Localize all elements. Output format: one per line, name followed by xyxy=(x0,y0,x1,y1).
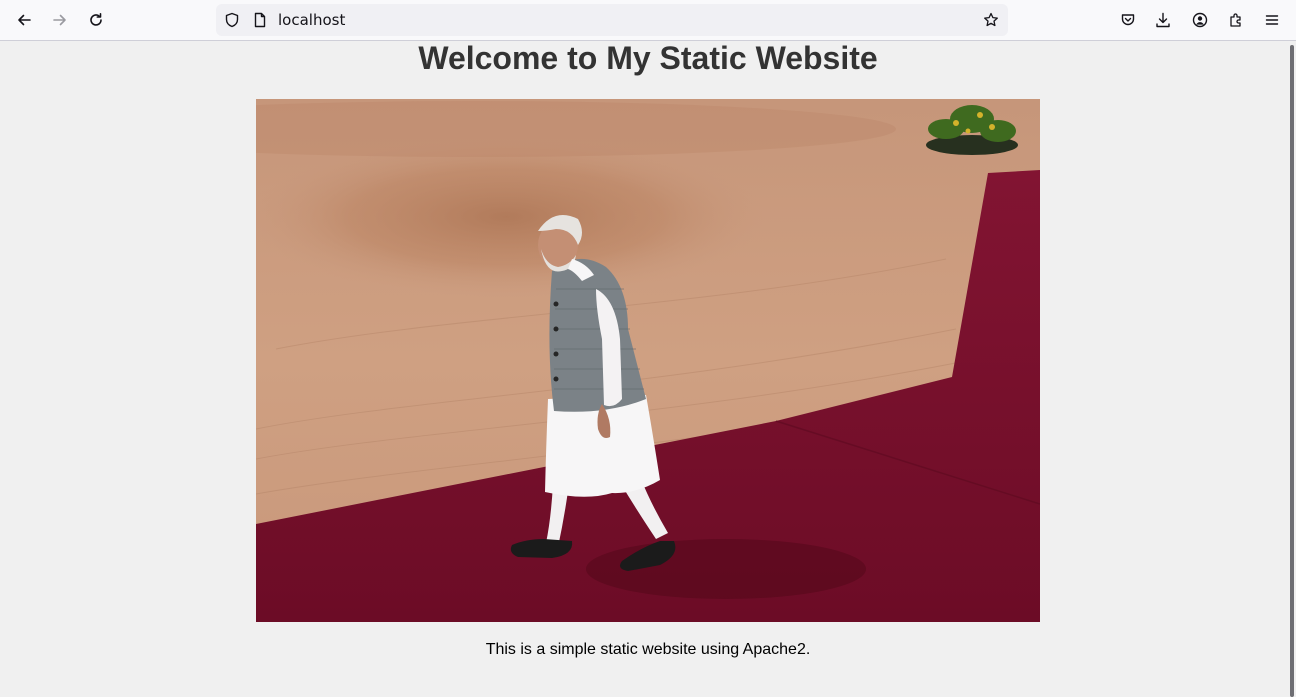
page-caption: This is a simple static website using Ap… xyxy=(485,641,811,658)
hamburger-menu-icon xyxy=(1265,15,1279,25)
bookmark-star-icon[interactable] xyxy=(983,12,999,28)
pocket-icon xyxy=(1121,14,1135,26)
app-menu-button[interactable] xyxy=(1258,6,1286,34)
address-bar[interactable]: localhost xyxy=(216,4,1008,36)
pocket-button[interactable] xyxy=(1114,6,1142,34)
extensions-button[interactable] xyxy=(1222,6,1250,34)
forward-arrow-icon xyxy=(53,14,66,26)
page-icon xyxy=(254,12,266,28)
extensions-icon xyxy=(1230,13,1241,27)
download-icon xyxy=(1156,12,1170,28)
vertical-scrollbar[interactable] xyxy=(1290,45,1294,697)
hero-photo xyxy=(256,99,1040,622)
tracking-shield-icon[interactable] xyxy=(224,12,240,28)
back-arrow-icon xyxy=(18,14,31,26)
account-icon xyxy=(1192,12,1208,28)
page-title: Welcome to My Static Website xyxy=(418,40,878,76)
back-button[interactable] xyxy=(10,6,38,34)
downloads-button[interactable] xyxy=(1149,6,1177,34)
reload-button[interactable] xyxy=(82,6,110,34)
browser-toolbar: localhost xyxy=(0,0,1296,41)
reload-icon xyxy=(90,13,102,26)
account-button[interactable] xyxy=(1186,6,1214,34)
photo-man-walking-red-carpet xyxy=(256,99,1040,622)
url-text[interactable]: localhost xyxy=(278,11,345,29)
forward-button[interactable] xyxy=(46,6,74,34)
